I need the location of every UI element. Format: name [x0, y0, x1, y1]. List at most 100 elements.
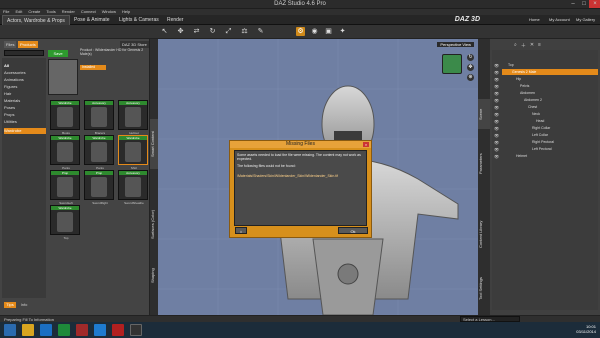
category-item[interactable]: Poses: [4, 105, 46, 111]
thumb-badge: Accessory: [119, 171, 147, 175]
thumb-item[interactable]: Prop SwordRight: [84, 170, 114, 205]
tree-node[interactable]: Hip: [516, 76, 596, 82]
missing-files-dialog: Missing Files × Some assets needed to lo…: [229, 140, 372, 238]
tab-lights-cameras[interactable]: Lights & Cameras: [115, 15, 163, 25]
joint-editor-icon[interactable]: ✎: [256, 27, 265, 36]
tab-tips[interactable]: Tips: [4, 302, 16, 308]
tab-info[interactable]: Info: [18, 302, 30, 308]
filter-icon[interactable]: ⌕: [514, 42, 517, 49]
thumb-item[interactable]: Wardrobe Top: [50, 205, 80, 240]
daz-logo: DAZ 3D: [454, 16, 480, 23]
tab-files[interactable]: Files: [4, 41, 17, 48]
tree-node[interactable]: Right Pectoral: [532, 139, 596, 145]
add-icon[interactable]: ＋: [521, 42, 526, 49]
thumb-item[interactable]: Wardrobe Pants: [84, 135, 114, 170]
category-item[interactable]: Props: [4, 112, 46, 118]
dialog-options-icon[interactable]: ⌂: [235, 227, 247, 234]
tab-parameters[interactable]: Parameters: [478, 134, 490, 194]
category-item[interactable]: Utilities: [4, 119, 46, 125]
tree-node[interactable]: Left Pectoral: [532, 146, 596, 152]
daz-studio-icon[interactable]: [130, 324, 142, 336]
rotate-icon[interactable]: ↻: [208, 27, 217, 36]
active-tool-icon[interactable]: ⚙: [296, 27, 305, 36]
scale-icon[interactable]: ⤢: [224, 27, 233, 36]
pointer-icon[interactable]: ↖: [160, 27, 169, 36]
excel-icon[interactable]: [58, 324, 70, 336]
universal-tool-icon[interactable]: ✥: [176, 27, 185, 36]
thumb-item[interactable]: Accessory Helmet: [118, 100, 148, 135]
render-icon[interactable]: ▣: [324, 27, 333, 36]
tree-node[interactable]: Top: [508, 62, 594, 68]
ie-icon[interactable]: [40, 324, 52, 336]
category-all[interactable]: All: [4, 63, 46, 69]
translate-icon[interactable]: ⇄: [192, 27, 201, 36]
window-title: DAZ Studio 4.6 Pro: [274, 1, 326, 7]
pdf-icon[interactable]: [112, 324, 124, 336]
thumb-label: Top: [63, 236, 69, 240]
store-link[interactable]: DAZ 3D Store: [120, 41, 149, 48]
tab-content-library[interactable]: Content Library: [478, 204, 490, 264]
tree-node[interactable]: Right Collar: [532, 125, 596, 131]
tab-render[interactable]: Render: [163, 15, 187, 25]
node-weight-icon[interactable]: ⚖: [240, 27, 249, 36]
tab-products[interactable]: Products: [18, 41, 38, 48]
tab-scene[interactable]: Scene: [478, 99, 490, 129]
pan-icon[interactable]: ✥: [467, 64, 474, 71]
my-account-link[interactable]: My Account: [549, 17, 570, 22]
thumb-item[interactable]: Wardrobe Shirt: [118, 135, 148, 170]
dialog-close-icon[interactable]: ×: [363, 142, 369, 147]
tree-node-selected[interactable]: Genesis 2 Male: [502, 69, 598, 75]
thumb-art: [125, 142, 141, 162]
category-item[interactable]: Materials: [4, 98, 46, 104]
tab-surfaces[interactable]: Surfaces (Color): [150, 199, 158, 249]
tab-actors-wardrobe-props[interactable]: Actors, Wardrobe & Props: [2, 15, 70, 25]
thumb-item[interactable]: Prop SwordLeft: [50, 170, 80, 205]
category-item[interactable]: Animations: [4, 77, 46, 83]
tab-smart-content[interactable]: Smart Content: [150, 119, 158, 169]
app-icon[interactable]: [76, 324, 88, 336]
tab-pose-animate[interactable]: Pose & Animate: [70, 15, 114, 25]
skype-icon[interactable]: [94, 324, 106, 336]
zoom-icon[interactable]: ⊕: [467, 74, 474, 81]
ok-button[interactable]: Ok: [338, 227, 368, 234]
tree-node[interactable]: Abdomen: [520, 90, 596, 96]
dialog-message: Some assets needed to load the file were…: [237, 153, 361, 161]
file-explorer-icon[interactable]: [22, 324, 34, 336]
tab-tool-settings[interactable]: Tool Settings: [478, 269, 490, 309]
category-item[interactable]: Figures: [4, 84, 46, 90]
home-link[interactable]: Home: [529, 17, 540, 22]
visibility-icons[interactable]: 👁 👁 👁 👁 👁 👁 👁 👁 👁 👁 👁 👁 👁 👁: [494, 62, 502, 160]
camera-selector[interactable]: Perspective View: [437, 42, 474, 47]
tab-shaping[interactable]: Shaping: [150, 261, 158, 291]
close-icon[interactable]: ×: [589, 0, 600, 8]
scene-tree: Top Genesis 2 Male Hip Pelvis Abdomen Ab…: [492, 50, 598, 310]
thumb-art: [57, 142, 73, 162]
view-cube-icon[interactable]: [442, 54, 462, 74]
save-button[interactable]: Save: [48, 50, 68, 57]
category-item[interactable]: Accessories: [4, 70, 46, 76]
options-icon[interactable]: ≡: [538, 42, 541, 49]
orbit-icon[interactable]: ↻: [467, 54, 474, 61]
thumb-label: SwordRight: [92, 201, 108, 205]
search-input[interactable]: [4, 50, 44, 56]
category-item-selected[interactable]: Wardrobe: [4, 128, 46, 134]
tree-node[interactable]: Neck: [532, 111, 596, 117]
category-item[interactable]: Hair: [4, 91, 46, 97]
installed-badge: Installed: [80, 65, 106, 70]
camera-icon[interactable]: ◉: [310, 27, 319, 36]
thumb-item[interactable]: Accessory SwordSheathe: [118, 170, 148, 205]
thumb-badge: Accessory: [119, 101, 147, 105]
tree-node[interactable]: Head: [536, 118, 596, 124]
thumb-item[interactable]: Wardrobe Boots: [50, 100, 80, 135]
start-icon[interactable]: [4, 324, 16, 336]
tree-node[interactable]: Pelvis: [520, 83, 596, 89]
tree-node[interactable]: Abdomen 2: [524, 97, 596, 103]
tree-node[interactable]: Chest: [528, 104, 596, 110]
my-gallery-link[interactable]: My Gallery: [576, 17, 595, 22]
delete-icon[interactable]: ✕: [530, 42, 534, 49]
thumb-item[interactable]: Accessory Bracers: [84, 100, 114, 135]
tree-node[interactable]: Left Collar: [532, 132, 596, 138]
tree-node[interactable]: Helmet: [516, 153, 596, 159]
thumb-item[interactable]: Wardrobe Pants: [50, 135, 80, 170]
spotlight-icon[interactable]: ✦: [338, 27, 347, 36]
